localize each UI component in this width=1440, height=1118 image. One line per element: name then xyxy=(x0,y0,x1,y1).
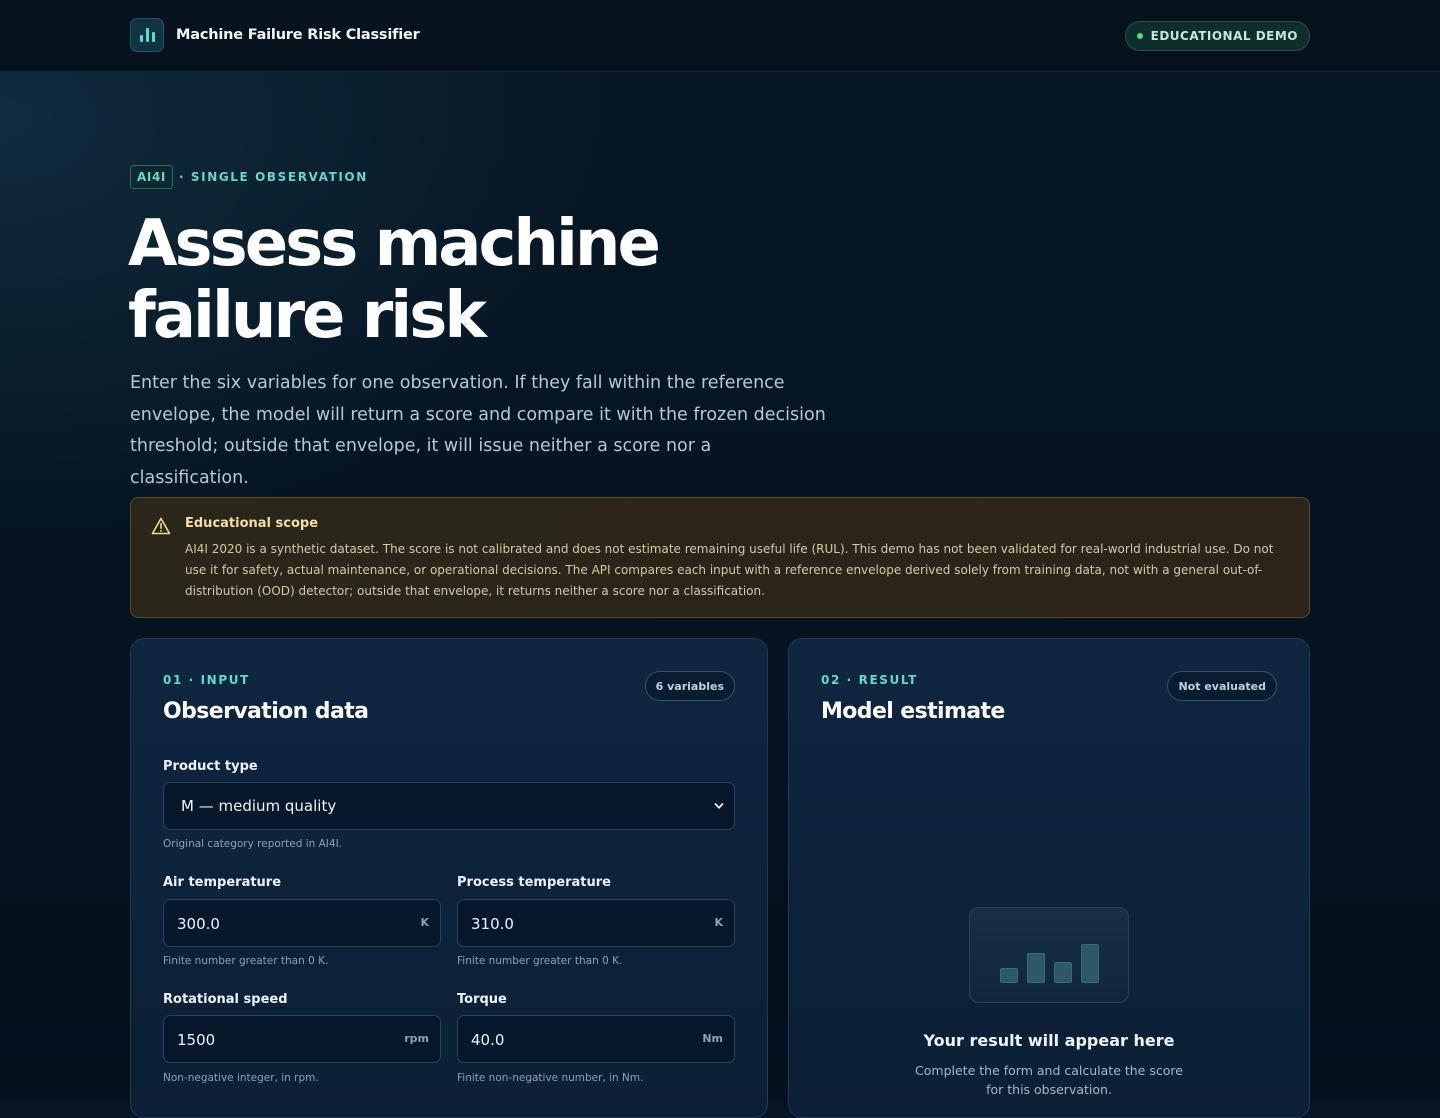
variables-count-pill: 6 variables xyxy=(644,671,735,701)
result-title: Model estimate xyxy=(821,699,1005,724)
page-lead: Enter the six variables for one observat… xyxy=(130,373,826,488)
brand[interactable]: Machine Failure Risk Classifier xyxy=(130,18,420,52)
rotational-speed-help: Non-negative integer, in rpm. xyxy=(163,1072,319,1084)
empty-result-text: Complete the form and calculate the scor… xyxy=(915,1063,1183,1097)
bar-chart-placeholder-icon xyxy=(969,907,1129,1003)
input-title: Observation data xyxy=(163,699,369,724)
air-temperature-unit: K xyxy=(420,916,429,929)
hero-eyebrow: AI4I · SINGLE OBSERVATION xyxy=(130,165,368,189)
empty-result-title: Your result will appear here xyxy=(923,1031,1175,1050)
evaluation-status-pill: Not evaluated xyxy=(1167,671,1277,701)
torque-input[interactable]: 40.0 Nm xyxy=(457,1015,735,1063)
educational-scope-notice: Educational scope AI4I 2020 is a synthet… xyxy=(130,497,1310,618)
rotational-speed-value: 1500 xyxy=(177,1031,216,1049)
process-temperature-label: Process temperature xyxy=(457,875,611,890)
product-type-help: Original category reported in AI4I. xyxy=(163,838,343,850)
badge-label: EDUCATIONAL DEMO xyxy=(1150,29,1298,43)
process-temperature-value: 310.0 xyxy=(471,915,514,933)
rotational-speed-label: Rotational speed xyxy=(163,992,288,1007)
process-temperature-help: Finite number greater than 0 K. xyxy=(457,955,623,967)
result-card: 02 · RESULT Model estimate Not evaluated… xyxy=(788,638,1310,1118)
educational-demo-badge: EDUCATIONAL DEMO xyxy=(1124,21,1310,51)
input-card: 01 · INPUT Observation data 6 variables … xyxy=(130,638,768,1118)
scope-title: Educational scope xyxy=(185,516,319,531)
air-temperature-input[interactable]: 300.0 K xyxy=(163,899,441,947)
bar-chart-icon xyxy=(130,18,164,52)
status-dot-icon xyxy=(1136,33,1143,39)
result-eyebrow: 02 · RESULT xyxy=(821,673,918,687)
dataset-tag: AI4I xyxy=(130,165,173,189)
page-title: Assess machine failure risk xyxy=(128,207,661,353)
product-type-label: Product type xyxy=(163,759,258,774)
torque-unit: Nm xyxy=(702,1032,723,1045)
scope-text: AI4I 2020 is a synthetic dataset. The sc… xyxy=(185,542,1274,598)
torque-label: Torque xyxy=(457,992,507,1007)
torque-value: 40.0 xyxy=(471,1031,505,1049)
top-bar: Machine Failure Risk Classifier EDUCATIO… xyxy=(0,0,1440,72)
rotational-speed-input[interactable]: 1500 rpm xyxy=(163,1015,441,1063)
air-temperature-value: 300.0 xyxy=(177,915,220,933)
product-type-select[interactable]: M — medium quality xyxy=(163,782,735,830)
torque-help: Finite non-negative number, in Nm. xyxy=(457,1072,644,1084)
warning-triangle-icon xyxy=(151,517,171,535)
process-temperature-unit: K xyxy=(714,916,723,929)
eyebrow-text: · SINGLE OBSERVATION xyxy=(178,170,368,184)
chevron-down-icon xyxy=(714,803,724,809)
rotational-speed-unit: rpm xyxy=(404,1032,429,1045)
air-temperature-help: Finite number greater than 0 K. xyxy=(163,955,329,967)
app-title: Machine Failure Risk Classifier xyxy=(176,27,420,43)
product-type-value: M — medium quality xyxy=(181,797,337,815)
process-temperature-input[interactable]: 310.0 K xyxy=(457,899,735,947)
air-temperature-label: Air temperature xyxy=(163,875,282,890)
input-eyebrow: 01 · INPUT xyxy=(163,673,250,687)
